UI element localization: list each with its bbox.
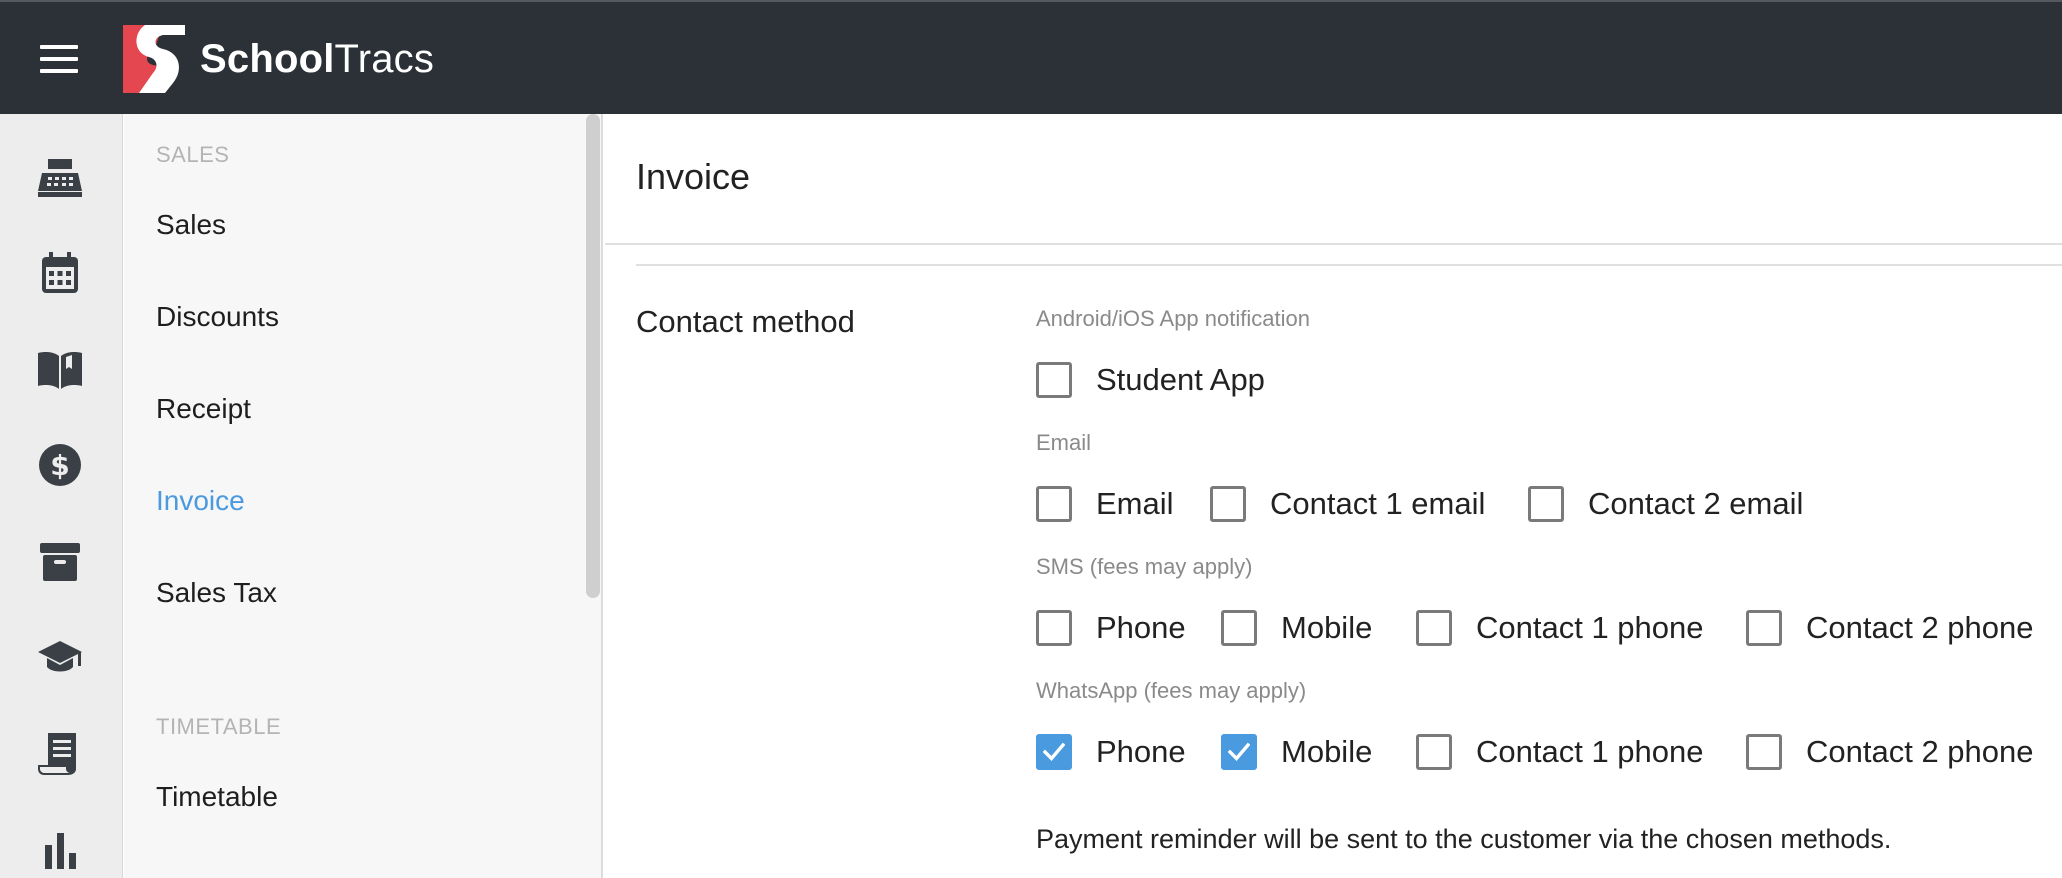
checkbox-label: Contact 2 phone [1806,734,2034,769]
nav-item-discounts[interactable]: Discounts [156,301,279,333]
checkbox-box[interactable] [1036,610,1072,646]
checkbox-label: Phone [1096,734,1186,769]
nav-item-sales[interactable]: Sales [156,209,226,241]
top-bar: SchoolTracs [0,0,2062,114]
checkbox-sms-contact-2-phone[interactable]: Contact 2 phone [1746,608,2034,648]
checkmark-icon [1228,742,1250,762]
group-label-app: Android/iOS App notification [1036,306,1310,331]
checkbox-box[interactable] [1416,610,1452,646]
checkbox-box[interactable] [1036,362,1072,398]
graduation-cap-icon[interactable] [36,633,84,681]
settings-subnav: SALES Sales Discounts Receipt Invoice Sa… [124,114,603,878]
checkbox-whatsapp-mobile[interactable]: Mobile [1221,732,1372,772]
icon-rail: $ [0,114,123,878]
group-label-whatsapp: WhatsApp (fees may apply) [1036,678,1307,703]
checkbox-sms-phone[interactable]: Phone [1036,608,1186,648]
nav-item-receipt[interactable]: Receipt [156,393,251,425]
group-label-email: Email [1036,430,1092,455]
subnav-scrollbar[interactable] [586,114,600,598]
section-heading-sales: SALES [156,142,230,167]
contact-method-label: Contact method [636,304,855,339]
nav-item-timetable[interactable]: Timetable [156,781,278,813]
checkbox-label: Contact 2 email [1588,486,1804,521]
page-title: Invoice [636,156,751,197]
book-icon[interactable] [36,345,84,393]
checkbox-box[interactable] [1221,610,1257,646]
checkbox-label: Mobile [1281,734,1373,769]
checkbox-label: Phone [1096,610,1186,645]
group-label-sms: SMS (fees may apply) [1036,554,1253,579]
checkbox-box[interactable] [1746,734,1782,770]
checkbox-box[interactable] [1746,610,1782,646]
checkbox-box-checked[interactable] [1221,734,1257,770]
checkbox-label: Mobile [1281,610,1373,645]
checkbox-box[interactable] [1036,486,1072,522]
checkbox-box[interactable] [1528,486,1564,522]
app-name: SchoolTracs [200,37,435,81]
checkbox-sms-mobile[interactable]: Mobile [1221,608,1372,648]
helper-note: Payment reminder will be sent to the cus… [1036,824,1892,854]
header-divider [605,243,2062,245]
dollar-icon[interactable]: $ [36,441,84,489]
section-divider [636,264,2062,266]
checkbox-whatsapp-contact-2-phone[interactable]: Contact 2 phone [1746,732,2034,772]
nav-item-sales-tax[interactable]: Sales Tax [156,577,277,609]
schooltracs-logo-icon [123,25,185,93]
checkbox-label: Student App [1096,362,1265,397]
checkbox-contact-2-email[interactable]: Contact 2 email [1528,484,1803,524]
checkbox-whatsapp-contact-1-phone[interactable]: Contact 1 phone [1416,732,1704,772]
checkbox-label: Email [1096,486,1174,521]
main-content: Invoice Contact method Android/iOS App n… [605,114,2062,878]
checkmark-icon [1043,742,1065,762]
checkbox-label: Contact 1 phone [1476,734,1704,769]
calendar-icon[interactable] [36,249,84,297]
checkbox-label: Contact 2 phone [1806,610,2034,645]
bar-chart-icon[interactable] [36,825,84,873]
section-heading-timetable: TIMETABLE [156,714,282,739]
menu-icon[interactable] [40,45,78,73]
receipt-icon[interactable] [36,729,84,777]
checkbox-box[interactable] [1210,486,1246,522]
checkbox-student-app[interactable]: Student App [1036,360,1265,400]
nav-item-invoice[interactable]: Invoice [156,485,245,517]
svg-text:$: $ [50,449,69,482]
checkbox-sms-contact-1-phone[interactable]: Contact 1 phone [1416,608,1704,648]
checkbox-contact-1-email[interactable]: Contact 1 email [1210,484,1485,524]
checkbox-email[interactable]: Email [1036,484,1174,524]
checkbox-box-checked[interactable] [1036,734,1072,770]
archive-icon[interactable] [36,537,84,585]
checkbox-label: Contact 1 phone [1476,610,1704,645]
cash-register-icon[interactable] [36,153,84,201]
checkbox-whatsapp-phone[interactable]: Phone [1036,732,1186,772]
checkbox-label: Contact 1 email [1270,486,1486,521]
checkbox-box[interactable] [1416,734,1452,770]
